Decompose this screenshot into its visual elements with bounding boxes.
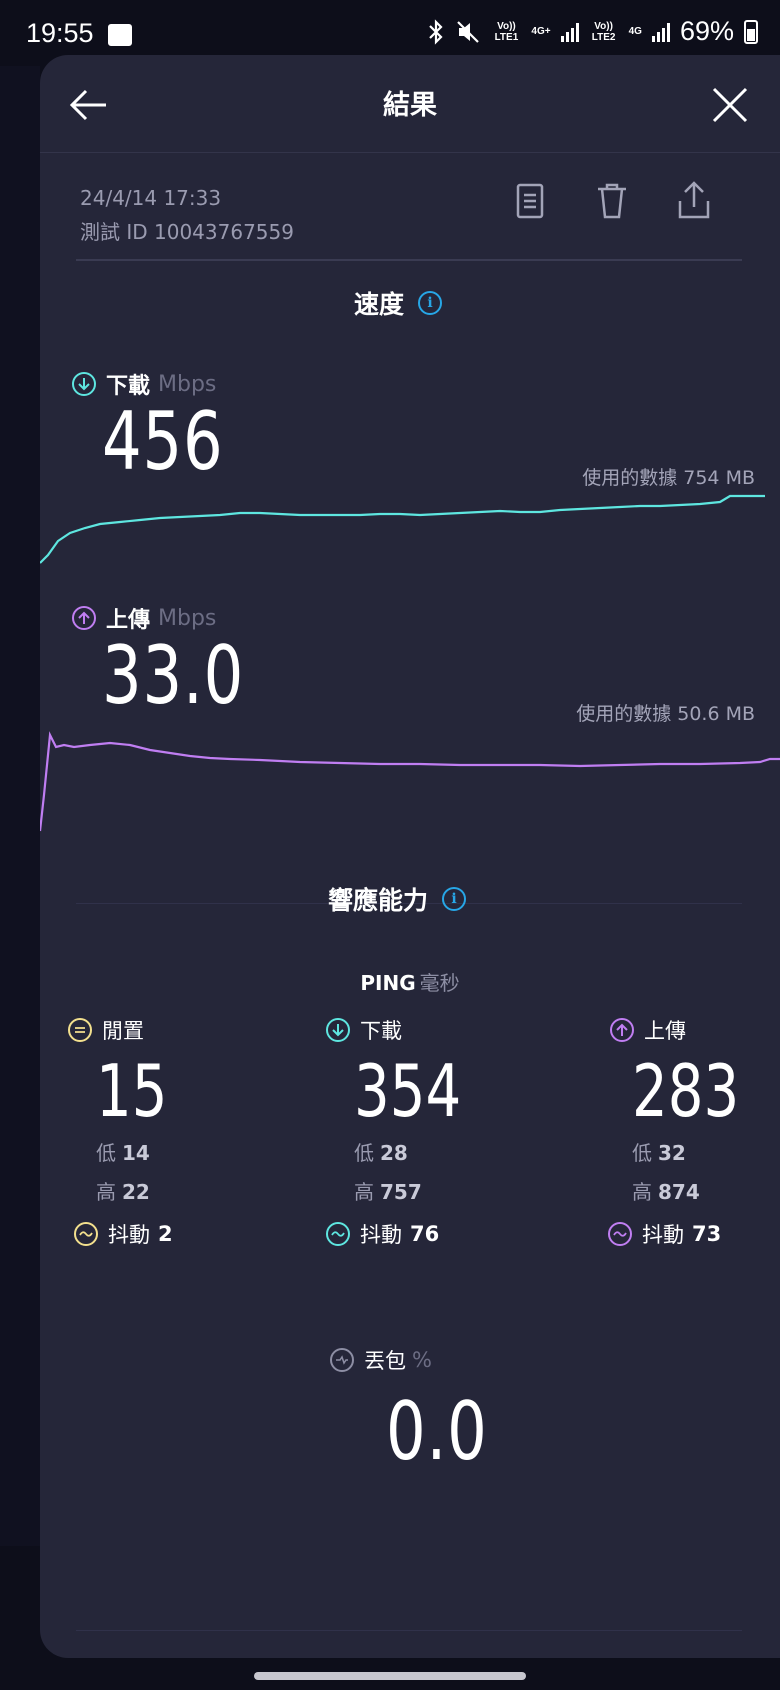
- upload-high-value: 874: [658, 1180, 700, 1204]
- test-date: 24/4/14 17:33: [80, 186, 222, 210]
- test-id: 測試 ID 10043767559: [80, 220, 294, 244]
- background-app: [0, 66, 40, 1546]
- ping-label: PING: [360, 971, 416, 995]
- idle-high: 高 22: [96, 1176, 288, 1205]
- network2-type: 4G: [628, 26, 642, 37]
- header: 結果: [40, 55, 780, 153]
- signal1-icon: [560, 22, 579, 42]
- responsiveness-info-icon[interactable]: i: [442, 887, 467, 911]
- ping-download-label-text: 下載: [360, 1019, 402, 1043]
- speed-section-title: 速度 i: [354, 285, 443, 321]
- idle-jitter: 抖動 2: [74, 1219, 288, 1249]
- download-low-label: 低: [354, 1141, 374, 1165]
- ping-download-column: 下載 354 低 28 高 757 抖動 76: [326, 1015, 546, 1249]
- download-low-value: 28: [380, 1141, 408, 1165]
- upload-arrow-icon: [72, 606, 96, 630]
- download-jitter-label: 抖動: [360, 1223, 402, 1247]
- report-icon[interactable]: [510, 179, 550, 223]
- status-time: 19:55: [26, 18, 94, 48]
- download-arrow-icon: [72, 372, 96, 396]
- idle-low-label: 低: [96, 1141, 116, 1165]
- close-icon[interactable]: [708, 83, 752, 127]
- share-icon[interactable]: [674, 179, 714, 223]
- responsiveness-section-title: 響應能力 i: [328, 881, 467, 917]
- upload-jitter-label: 抖動: [642, 1223, 684, 1247]
- download-jitter: 抖動 76: [326, 1219, 546, 1249]
- page-title: 結果: [383, 90, 437, 121]
- upload-unit: Mbps: [158, 605, 217, 631]
- idle-low-value: 14: [122, 1141, 150, 1165]
- bluetooth-icon: [429, 18, 443, 45]
- ping-download-icon: [326, 1018, 350, 1042]
- download-high-value: 757: [380, 1180, 422, 1204]
- packet-loss-value: 0.0: [386, 1385, 488, 1478]
- upload-low-value: 32: [658, 1141, 686, 1165]
- mute-icon: [457, 20, 480, 43]
- responsiveness-title-text: 響應能力: [328, 886, 429, 915]
- ping-upload-column: 上傳 283 低 32 高 874 抖動 73: [608, 1015, 780, 1249]
- upload-low: 低 32: [632, 1137, 780, 1166]
- upload-ping-value: 283: [632, 1049, 740, 1133]
- download-unit: Mbps: [158, 371, 217, 397]
- home-indicator[interactable]: [254, 1672, 526, 1680]
- idle-icon: [68, 1018, 92, 1042]
- ping-header: PING 毫秒: [40, 967, 780, 996]
- idle-ping-value: 15: [96, 1049, 168, 1133]
- upload-jitter-icon: [608, 1222, 632, 1246]
- upload-high: 高 874: [632, 1176, 780, 1205]
- packet-loss-label-text: 丟包: [364, 1349, 406, 1373]
- speed-title-text: 速度: [354, 290, 405, 319]
- network1-type: 4G+: [531, 26, 551, 37]
- download-speed-chart: [40, 494, 765, 564]
- ping-upload-label-text: 上傳: [644, 1019, 686, 1043]
- idle-label-text: 閒置: [102, 1019, 144, 1043]
- idle-label: 閒置: [68, 1015, 288, 1045]
- battery-percent: 69%: [679, 16, 734, 46]
- upload-jitter: 抖動 73: [608, 1219, 780, 1249]
- result-sheet: 結果 24/4/14 17:33 測試 ID 10043767559 速度 i …: [40, 55, 780, 1658]
- idle-high-label: 高: [96, 1180, 116, 1204]
- download-low: 低 28: [354, 1137, 546, 1166]
- ping-upload-label: 上傳: [610, 1015, 780, 1045]
- upload-high-label: 高: [632, 1180, 652, 1204]
- bottom-divider: [76, 1630, 742, 1631]
- network2-label: Vo)) LTE2: [591, 20, 616, 43]
- upload-speed-value: 33.0: [102, 629, 245, 722]
- signal2-icon: [651, 22, 670, 42]
- idle-jitter-value: 2: [158, 1222, 173, 1246]
- gallery-notification-icon: [108, 24, 132, 46]
- upload-speed-chart: [40, 731, 780, 832]
- idle-jitter-icon: [74, 1222, 98, 1246]
- network1-label: Vo)) LTE1: [494, 20, 519, 43]
- ping-idle-column: 閒置 15 低 14 高 22 抖動 2: [68, 1015, 288, 1249]
- download-speed-line: [40, 494, 765, 564]
- download-high: 高 757: [354, 1176, 546, 1205]
- idle-low: 低 14: [96, 1137, 288, 1166]
- download-jitter-value: 76: [410, 1222, 440, 1246]
- battery-icon: [744, 19, 758, 44]
- speed-info-icon[interactable]: i: [418, 291, 443, 315]
- upload-low-label: 低: [632, 1141, 652, 1165]
- meta-divider: [76, 259, 742, 261]
- upload-jitter-value: 73: [692, 1222, 722, 1246]
- ping-download-label: 下載: [326, 1015, 546, 1045]
- trash-icon[interactable]: [592, 179, 632, 223]
- idle-jitter-label: 抖動: [108, 1223, 150, 1247]
- ping-upload-icon: [610, 1018, 634, 1042]
- packet-loss-unit: %: [412, 1348, 432, 1372]
- download-ping-value: 354: [354, 1049, 462, 1133]
- packet-loss-label: 丟包 %: [330, 1345, 432, 1375]
- upload-speed-line: [40, 731, 780, 832]
- download-jitter-icon: [326, 1222, 350, 1246]
- packet-loss-icon: [330, 1348, 354, 1372]
- idle-high-value: 22: [122, 1180, 150, 1204]
- ping-unit: 毫秒: [419, 971, 460, 995]
- download-high-label: 高: [354, 1180, 374, 1204]
